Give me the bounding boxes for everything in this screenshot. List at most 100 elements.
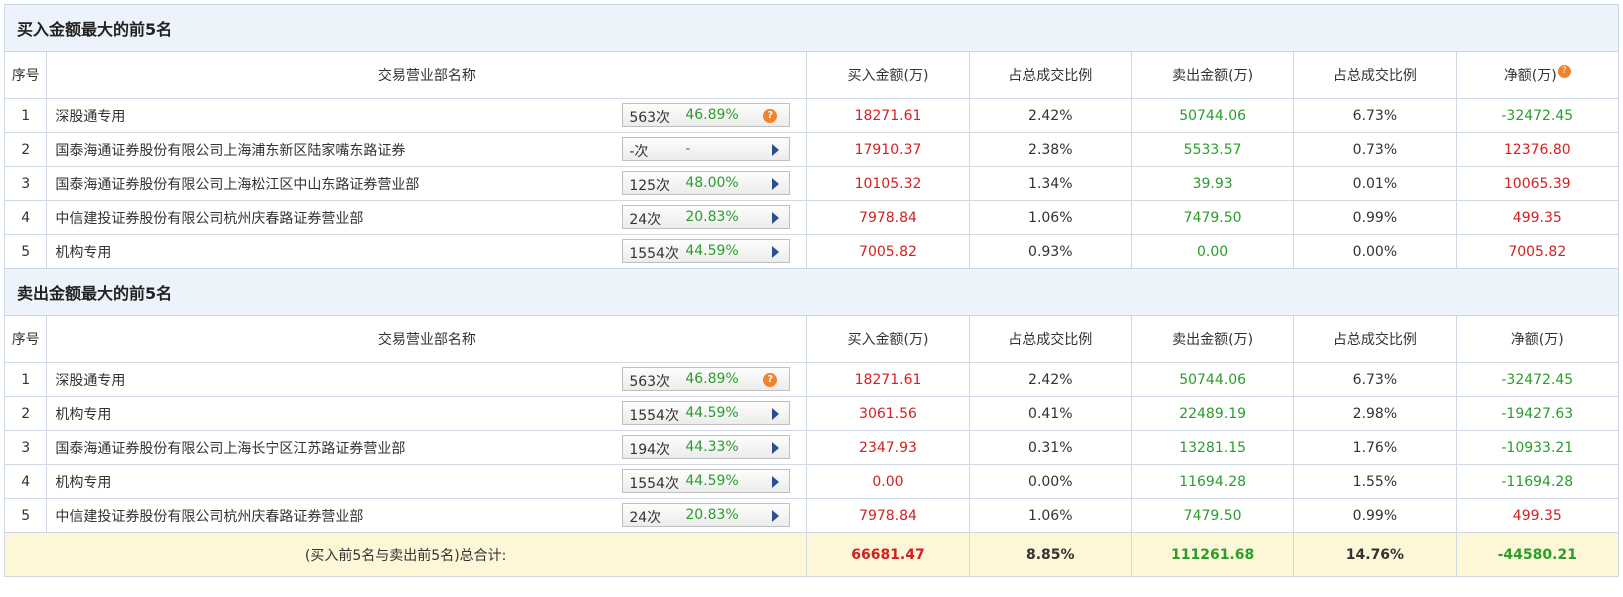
row-broker-cell: 中信建投证券股份有限公司杭州庆春路证券营业部 24次 20.83% — [46, 200, 808, 235]
play-arrow-icon[interactable] — [772, 144, 780, 156]
row-buy-amount: 18271.61 — [806, 98, 970, 133]
column-header-label: 交易营业部名称 — [377, 332, 476, 348]
broker-stat-button[interactable]: 194次 44.33% — [622, 435, 791, 459]
row-net-amount: 12376.80 — [1455, 132, 1620, 167]
broker-name[interactable]: 深股通专用 — [55, 370, 125, 390]
row-buy-amount: 7978.84 — [806, 498, 970, 533]
column-header-net: 净额(万) — [1455, 315, 1620, 363]
broker-win-rate: 44.59% — [685, 405, 739, 421]
total-net: -44580.21 — [1455, 532, 1620, 577]
broker-name[interactable]: 机构专用 — [55, 242, 111, 262]
row-sell-amount: 7479.50 — [1130, 498, 1295, 533]
broker-name[interactable]: 深股通专用 — [55, 106, 125, 126]
broker-listing-count: 24次 — [629, 212, 662, 228]
table-row: 1 深股通专用 563次 46.89%? 18271.61 2.42% 50744.06 6.… — [3, 362, 1620, 397]
question-icon[interactable]: ? — [1557, 65, 1571, 78]
play-arrow-icon[interactable] — [772, 476, 780, 488]
column-header-sell: 卖出金额(万) — [1130, 315, 1295, 363]
row-buy-amount: 3061.56 — [806, 396, 970, 431]
row-broker-cell: 国泰海通证券股份有限公司上海松江区中山东路证券营业部 125次 48.00% — [46, 166, 808, 201]
broker-name[interactable]: 中信建投证券股份有限公司杭州庆春路证券营业部 — [55, 208, 363, 228]
broker-win-rate: - — [685, 141, 691, 157]
row-seq: 3 — [3, 166, 48, 201]
column-header-label: 序号 — [11, 332, 40, 348]
row-buy-amount: 0.00 — [806, 464, 970, 499]
broker-stat-button[interactable]: 563次 46.89%? — [622, 103, 791, 127]
broker-stat-button[interactable]: 24次 20.83% — [622, 503, 791, 527]
column-header-label: 占总成交比例 — [1332, 332, 1417, 348]
play-arrow-icon[interactable] — [772, 178, 780, 190]
row-buy-ratio: 0.00% — [968, 464, 1132, 499]
row-sell-amount: 39.93 — [1130, 166, 1295, 201]
row-buy-ratio: 0.41% — [968, 396, 1132, 431]
broker-stat-button[interactable]: 24次 20.83% — [622, 205, 791, 229]
row-net-amount: -11694.28 — [1455, 464, 1620, 499]
row-net-amount: 7005.82 — [1455, 234, 1620, 269]
row-seq: 1 — [3, 362, 48, 397]
row-broker-cell: 国泰海通证券股份有限公司上海浦东新区陆家嘴东路证券 -次 - — [46, 132, 808, 167]
row-buy-amount: 7978.84 — [806, 200, 970, 235]
broker-win-rate: 46.89% — [685, 371, 739, 387]
column-header-row: 序号 交易营业部名称 买入金额(万) 占总成交比例 卖出金额(万) 占总成交比例 净额(万) — [3, 315, 1620, 363]
broker-listing-count: 1554次 — [629, 476, 679, 492]
row-sell-ratio: 0.73% — [1293, 132, 1457, 167]
broker-win-rate: 48.00% — [685, 175, 739, 191]
row-seq: 1 — [3, 98, 48, 133]
broker-win-rate: 44.59% — [685, 473, 739, 489]
broker-stat-button[interactable]: 1554次 44.59% — [622, 239, 791, 263]
column-header-sell-ratio: 占总成交比例 — [1293, 315, 1457, 363]
row-sell-amount: 22489.19 — [1130, 396, 1295, 431]
row-buy-amount: 7005.82 — [806, 234, 970, 269]
broker-stat-button[interactable]: 125次 48.00% — [622, 171, 791, 195]
broker-stat-button[interactable]: -次 - — [622, 137, 791, 161]
broker-name[interactable]: 国泰海通证券股份有限公司上海长宁区江苏路证券营业部 — [55, 438, 405, 458]
broker-win-rate: 46.89% — [685, 107, 739, 123]
row-net-amount: 10065.39 — [1455, 166, 1620, 201]
table-row: 4 中信建投证券股份有限公司杭州庆春路证券营业部 24次 20.83% 7978.84 1… — [3, 200, 1620, 235]
broker-stat-button[interactable]: 1554次 44.59% — [622, 401, 791, 425]
broker-name[interactable]: 机构专用 — [55, 472, 111, 492]
broker-name[interactable]: 国泰海通证券股份有限公司上海松江区中山东路证券营业部 — [55, 174, 419, 194]
row-sell-ratio: 6.73% — [1293, 362, 1457, 397]
column-header-label: 卖出金额(万) — [1172, 68, 1254, 84]
row-buy-amount: 17910.37 — [806, 132, 970, 167]
row-sell-amount: 11694.28 — [1130, 464, 1295, 499]
broker-listing-count: 1554次 — [629, 408, 679, 424]
broker-name[interactable]: 机构专用 — [55, 404, 111, 424]
column-header-name: 交易营业部名称 — [46, 315, 808, 363]
broker-name[interactable]: 国泰海通证券股份有限公司上海浦东新区陆家嘴东路证券 — [55, 140, 405, 160]
broker-name[interactable]: 中信建投证券股份有限公司杭州庆春路证券营业部 — [55, 506, 363, 526]
play-arrow-icon[interactable] — [772, 510, 780, 522]
column-header-buy-ratio: 占总成交比例 — [968, 51, 1132, 99]
table-row: 1 深股通专用 563次 46.89%? 18271.61 2.42% 50744.06 6.… — [3, 98, 1620, 133]
broker-listing-count: 125次 — [629, 178, 671, 194]
row-buy-ratio: 1.06% — [968, 498, 1132, 533]
row-buy-ratio: 1.34% — [968, 166, 1132, 201]
broker-stat-button[interactable]: 563次 46.89%? — [622, 367, 791, 391]
play-arrow-icon[interactable] — [772, 408, 780, 420]
broker-listing-count: 1554次 — [629, 246, 679, 262]
row-broker-cell: 机构专用 1554次 44.59% — [46, 234, 808, 269]
row-broker-cell: 深股通专用 563次 46.89%? — [46, 362, 808, 397]
row-seq: 2 — [3, 132, 48, 167]
row-broker-cell: 机构专用 1554次 44.59% — [46, 396, 808, 431]
broker-stat-button[interactable]: 1554次 44.59% — [622, 469, 791, 493]
row-sell-ratio: 0.01% — [1293, 166, 1457, 201]
row-net-amount: -32472.45 — [1455, 98, 1620, 133]
play-arrow-icon[interactable] — [772, 212, 780, 224]
section-title: 卖出金额最大的前5名 — [4, 268, 1619, 316]
question-icon[interactable]: ? — [763, 373, 778, 387]
column-header-seq: 序号 — [3, 51, 48, 99]
row-net-amount: -19427.63 — [1455, 396, 1620, 431]
broker-listing-count: 24次 — [629, 510, 662, 526]
play-arrow-icon[interactable] — [772, 442, 780, 454]
question-icon[interactable]: ? — [763, 109, 778, 123]
section-header: 卖出金额最大的前5名 — [4, 268, 1619, 316]
column-header-sell: 卖出金额(万) — [1130, 51, 1295, 99]
total-buy: 66681.47 — [806, 532, 970, 577]
total-label: (买入前5名与卖出前5名)总合计: — [3, 532, 808, 577]
row-broker-cell: 中信建投证券股份有限公司杭州庆春路证券营业部 24次 20.83% — [46, 498, 808, 533]
row-sell-amount: 50744.06 — [1130, 362, 1295, 397]
play-arrow-icon[interactable] — [772, 246, 780, 258]
row-buy-ratio: 2.42% — [968, 98, 1132, 133]
